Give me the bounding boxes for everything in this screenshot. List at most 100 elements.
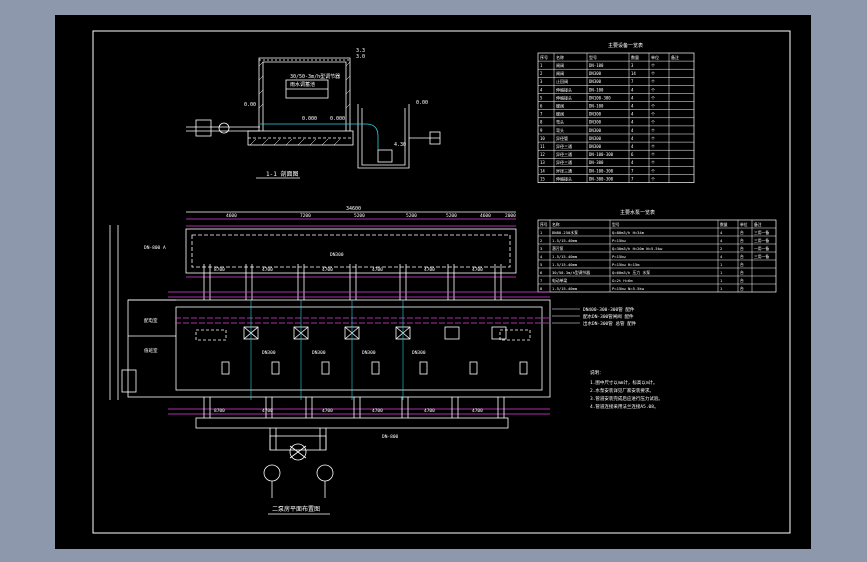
- pump-table-title: 主要水泵一览表: [620, 209, 655, 216]
- pump-table-cell: 7: [540, 278, 542, 283]
- pump-table-cell: 台: [740, 254, 744, 259]
- pump-table-header-cell: 型号: [612, 222, 620, 227]
- equipment-table-cell: 异径三通: [556, 159, 572, 165]
- plan-dim-bottom: 4700: [424, 408, 435, 414]
- equipment-table-header-cell: 单位: [651, 54, 659, 60]
- pump-table-cell: 30/50-3m/h型调节器: [552, 270, 590, 275]
- equipment-table-cell: 个: [651, 168, 655, 173]
- plan-caption: 二泵房平面布置图: [272, 505, 320, 513]
- note-2: 2.水泵安装详见厂家安装要求。: [590, 387, 654, 394]
- equipment-table-header-cell: 序号: [540, 54, 548, 60]
- pipe-label-mid: DN300: [330, 252, 344, 258]
- pump-table-cell: Q=30m3/h H=20m N=5.5kw: [612, 246, 663, 251]
- equipment-table-cell: DN300: [589, 120, 602, 125]
- pump-table-cell: 三用一备: [754, 254, 769, 259]
- equipment-table-cell: 个: [651, 79, 655, 84]
- pump-table-cell: 2: [720, 246, 722, 251]
- equipment-table-cell: DN-100: [589, 87, 604, 92]
- pump-table-cell: 一用一备: [754, 246, 769, 251]
- pipe-label-top: DN-800 A: [144, 245, 166, 251]
- pump-table-cell: G=2t H=6m: [612, 278, 633, 283]
- equipment-table-cell: 异径三通: [556, 151, 572, 157]
- pump-table-cell: Q=60m3/h 压力 水泵: [612, 270, 650, 275]
- equipment-table-cell: DN300: [589, 136, 602, 141]
- equipment-table-cell: 伸缩接头: [556, 175, 572, 181]
- plan-dim-top: 5200: [354, 213, 365, 219]
- equipment-table-title: 主要设备一览表: [608, 42, 643, 49]
- equipment-table-header-cell: 备注: [671, 54, 679, 60]
- pump-label-2: DN300: [312, 350, 326, 356]
- box-label-2: 雨水调蓄池: [290, 81, 315, 88]
- equipment-table-cell: 个: [651, 176, 655, 181]
- pump-table-cell: 台: [740, 270, 744, 275]
- callout-1: DN400-300-300管 配件: [583, 306, 635, 313]
- plan-dim-lower: 8700: [214, 267, 225, 273]
- pump-table-cell: DN80-250水泵: [552, 230, 578, 235]
- pipe-label-bottom: DN-800: [382, 434, 399, 440]
- equipment-table-cell: DN300: [589, 79, 602, 84]
- pump-table-cell: 1.5/15-40mm: [552, 286, 578, 291]
- plan-dim-bottom: 4700: [322, 408, 333, 414]
- equipment-table-cell: 伸缩接头: [556, 94, 572, 100]
- equipment-table-cell: 14: [540, 168, 545, 173]
- pump-table-cell: P=15kw: [612, 238, 626, 243]
- elev-right: 0.00: [416, 100, 428, 106]
- pump-table-cell: 1.5/15-40mm: [552, 254, 578, 259]
- equipment-table-cell: 11: [540, 144, 545, 149]
- equipment-table-header-cell: 名称: [556, 54, 564, 60]
- pump-table-cell: 1.5/15-40mm: [552, 238, 578, 243]
- equipment-table-cell: 异径三通: [556, 167, 572, 173]
- equipment-table-cell: 个: [651, 144, 655, 149]
- equipment-table-cell: 异径三通: [556, 143, 572, 149]
- equipment-table-header-cell: 数量: [631, 54, 639, 60]
- plan-dim-lower: 4700: [372, 267, 383, 273]
- pump-table-cell: 5: [540, 262, 542, 267]
- elev-mid-1: 0.000: [302, 116, 317, 122]
- equipment-table-cell: 弯头: [556, 127, 564, 133]
- equipment-table-cell: 15: [540, 176, 545, 181]
- pump-table-header-cell: 数量: [720, 222, 728, 227]
- callout-3: 出水DN-300管 总管 配件: [583, 320, 637, 327]
- equipment-table-cell: 蝶阀: [556, 111, 564, 117]
- drawing-background: [55, 15, 811, 549]
- note-3: 3.管道安装完成后应进行压力试验。: [590, 395, 663, 402]
- pump-table-header-cell: 备注: [754, 222, 762, 227]
- equipment-table-cell: 弯头: [556, 119, 564, 125]
- pump-label-1: DN300: [262, 350, 276, 356]
- equipment-table-cell: 个: [651, 87, 655, 92]
- pump-label-3: DN300: [362, 350, 376, 356]
- equipment-table-cell: 止回阀: [556, 78, 568, 84]
- equipment-table-cell: 个: [651, 95, 655, 100]
- equipment-table-cell: 13: [540, 160, 545, 165]
- pump-table-header-cell: 序号: [540, 222, 548, 227]
- plan-dim-bottom: 4700: [262, 408, 273, 414]
- equipment-table-cell: 蝶阀: [556, 103, 564, 109]
- room-label-2: 值班室: [144, 347, 158, 354]
- equipment-table-cell: 闸阀: [556, 70, 564, 76]
- equipment-table-cell: 个: [651, 136, 655, 141]
- plan-dim-lower: 4700: [472, 267, 483, 273]
- cad-drawing-viewport: 3.3 3.0 0.00 0.000 0.000 0.00 4.30 30/50…: [55, 15, 811, 549]
- elev-low: 4.30: [394, 142, 406, 148]
- notes-title: 说明：: [590, 369, 604, 376]
- pump-table-cell: 台: [740, 286, 744, 291]
- pump-table-cell: 台: [740, 246, 744, 251]
- equipment-table-cell: DN300: [589, 71, 602, 76]
- equipment-table-cell: 个: [651, 120, 655, 125]
- pump-table-cell: P=15kw: [612, 254, 626, 259]
- equipment-table-cell: 14: [631, 71, 636, 76]
- pump-table-header-cell: 单位: [740, 222, 748, 227]
- callout-2: 配水DN-300管闸阀 配件: [583, 313, 634, 320]
- pump-table-cell: 三用一备: [754, 230, 769, 235]
- elev-top-2: 3.0: [356, 54, 365, 60]
- plan-dim-top: 4600: [226, 213, 237, 219]
- pump-table-cell: P=15kw H=15m: [612, 262, 640, 267]
- pump-table-cell: 电动单梁: [552, 278, 567, 283]
- plan-dim-bottom: 4700: [372, 408, 383, 414]
- note-1: 1.图中尺寸以mm计，标高以m计。: [590, 379, 658, 386]
- elev-mid-2: 0.000: [330, 116, 345, 122]
- equipment-table-cell: 伸缩接头: [556, 86, 572, 92]
- equipment-table-cell: 个: [651, 104, 655, 109]
- equipment-table-cell: 个: [651, 112, 655, 117]
- plan-dim-bottom: 4700: [472, 408, 483, 414]
